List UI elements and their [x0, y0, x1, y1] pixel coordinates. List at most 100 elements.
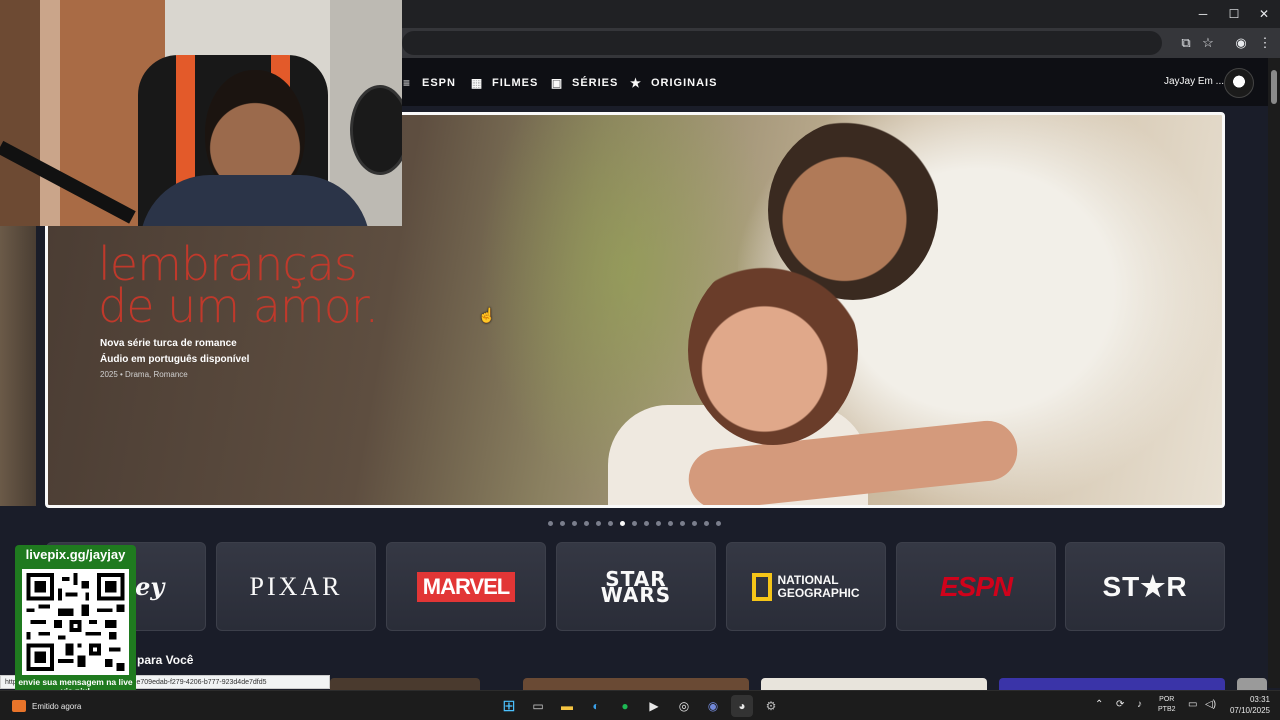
- fan-icon: [350, 85, 402, 175]
- nav-item-label: ORIGINAIS: [651, 77, 718, 89]
- media-player-icon[interactable]: ▶: [643, 695, 665, 717]
- notification-label: Emitido agora: [32, 701, 82, 711]
- clock-date: 07/10/2025: [1229, 706, 1270, 715]
- marvel-logo: MARVEL: [416, 571, 516, 602]
- brand-tile-national-geographic[interactable]: NATIONAL GEOGRAPHIC: [726, 542, 886, 631]
- settings-gear-icon[interactable]: ⚙: [760, 695, 782, 717]
- qr-code-icon: [22, 569, 129, 675]
- spotify-icon[interactable]: ●: [614, 695, 636, 717]
- brand-tile-star-wars[interactable]: STAR WARS: [556, 542, 716, 631]
- tray-chevron-up-icon[interactable]: ⌃: [1095, 699, 1103, 710]
- obs-icon[interactable]: ◎: [673, 695, 695, 717]
- carousel-dot[interactable]: [644, 521, 649, 526]
- carousel-dot[interactable]: [716, 521, 721, 526]
- carousel-dot[interactable]: [620, 521, 625, 526]
- content-thumbnail[interactable]: [523, 678, 749, 690]
- mouse-cursor-icon: ☝: [478, 307, 496, 323]
- natgeo-logo-line: NATIONAL: [777, 572, 839, 587]
- webcam-overlay: [0, 0, 402, 226]
- carousel-dot[interactable]: [548, 521, 553, 526]
- keyboard-layout: PTB2: [1158, 706, 1176, 713]
- chrome-icon[interactable]: ◕: [731, 695, 753, 717]
- carousel-dot[interactable]: [668, 521, 673, 526]
- clock-time: 03:31: [1249, 695, 1270, 704]
- address-bar[interactable]: [402, 31, 1162, 55]
- edge-browser-icon[interactable]: ◐: [585, 695, 607, 717]
- nav-item-label: ESPN: [422, 77, 456, 89]
- content-thumbnail[interactable]: [1237, 678, 1267, 690]
- carousel-dot[interactable]: [632, 521, 637, 526]
- film-icon: ▦: [470, 76, 484, 90]
- install-app-icon[interactable]: ⧉: [1177, 34, 1195, 52]
- nav-item-espn[interactable]: ≡ ESPN: [400, 74, 456, 92]
- natgeo-frame-icon: [752, 572, 773, 601]
- natgeo-logo: NATIONAL GEOGRAPHIC: [777, 572, 859, 600]
- nav-item-label: SÉRIES: [572, 77, 619, 89]
- screen: ─ ☐ ✕ ⧉ ☆ ◉ ⋮ ≡ ESPN ▦ FILMES ▣ SÉRIES ★…: [0, 0, 1280, 720]
- livepix-url: livepix.gg/jayjay: [25, 547, 126, 562]
- discord-icon[interactable]: ◉: [702, 695, 724, 717]
- espn-logo: ESPN: [939, 570, 1013, 602]
- windows-start-icon[interactable]: ⊞: [498, 695, 520, 717]
- pixar-logo: PIXAR: [249, 571, 343, 601]
- star-icon: ★: [630, 76, 642, 90]
- star-wars-logo-line: WARS: [600, 582, 672, 607]
- content-thumbnail[interactable]: [761, 678, 987, 690]
- language-code: POR: [1159, 696, 1175, 703]
- avatar[interactable]: [1224, 68, 1254, 98]
- content-thumbnail[interactable]: [999, 678, 1225, 690]
- hero-meta: 2025 • Drama, Romance: [100, 370, 188, 379]
- notification-icon: [12, 700, 26, 712]
- carousel-indicators: [548, 521, 721, 526]
- row-title: para Você: [137, 653, 194, 667]
- profile-name[interactable]: JayJay Em ...: [1164, 76, 1224, 87]
- carousel-dot[interactable]: [680, 521, 685, 526]
- carousel-dot[interactable]: [608, 521, 613, 526]
- star-logo: ST★R: [1102, 571, 1188, 602]
- task-view-icon[interactable]: ▭: [527, 695, 549, 717]
- hero-artwork-woman: [688, 255, 858, 445]
- network-icon[interactable]: ▭: [1188, 699, 1197, 710]
- nav-item-originais[interactable]: ★ ORIGINAIS: [629, 74, 717, 92]
- profile-icon[interactable]: ◉: [1232, 34, 1250, 52]
- menu-kebab-icon[interactable]: ⋮: [1256, 34, 1274, 52]
- input-language[interactable]: POR PTB2: [1158, 695, 1176, 715]
- bookmark-star-icon[interactable]: ☆: [1199, 34, 1217, 52]
- list-icon: ≡: [402, 76, 411, 90]
- star-wars-logo: STAR WARS: [600, 569, 672, 607]
- windows-taskbar: Emitido agora ⊞ ▭ ▬ ◐ ● ▶ ◎ ◉ ◕ ⚙ ⌃ ⟳ ♪ …: [0, 690, 1280, 720]
- carousel-dot[interactable]: [692, 521, 697, 526]
- nav-item-label: FILMES: [492, 77, 539, 89]
- hero-subtitle-line: Áudio em português disponível: [100, 354, 250, 365]
- brand-tile-marvel[interactable]: MARVEL: [386, 542, 546, 631]
- hero-title: lembranças de um amor.: [98, 241, 398, 333]
- brand-tile-pixar[interactable]: PIXAR: [216, 542, 376, 631]
- microphone-icon[interactable]: ♪: [1137, 699, 1142, 710]
- maximize-button[interactable]: ☐: [1219, 4, 1249, 24]
- carousel-dot[interactable]: [596, 521, 601, 526]
- close-button[interactable]: ✕: [1249, 4, 1279, 24]
- content-thumbnail[interactable]: [330, 678, 480, 690]
- sync-icon[interactable]: ⟳: [1116, 699, 1124, 710]
- volume-icon[interactable]: ◁): [1205, 699, 1216, 710]
- microphone-arm: [0, 140, 136, 224]
- system-clock[interactable]: 03:31 07/10/2025: [1226, 694, 1270, 716]
- carousel-dot[interactable]: [656, 521, 661, 526]
- page-scrollbar[interactable]: [1268, 58, 1280, 688]
- carousel-dot[interactable]: [572, 521, 577, 526]
- minimize-button[interactable]: ─: [1188, 4, 1218, 24]
- carousel-dot[interactable]: [584, 521, 589, 526]
- nav-item-filmes[interactable]: ▦ FILMES: [470, 74, 538, 92]
- taskbar-notification[interactable]: Emitido agora: [12, 700, 81, 712]
- scrollbar-thumb[interactable]: [1271, 70, 1277, 104]
- hero-subtitle-line: Nova série turca de romance: [100, 338, 237, 349]
- livepix-overlay: livepix.gg/jayjay envie sua mensagem na …: [15, 545, 136, 703]
- file-explorer-icon[interactable]: ▬: [556, 695, 578, 717]
- carousel-dot[interactable]: [704, 521, 709, 526]
- hero-subtitle: Nova série turca de romance Áudio em por…: [100, 336, 249, 368]
- nav-item-series[interactable]: ▣ SÉRIES: [550, 74, 618, 92]
- hero-title-line: de um amor.: [98, 279, 379, 333]
- brand-tile-espn[interactable]: ESPN: [896, 542, 1056, 631]
- carousel-dot[interactable]: [560, 521, 565, 526]
- brand-tile-star[interactable]: ST★R: [1065, 542, 1225, 631]
